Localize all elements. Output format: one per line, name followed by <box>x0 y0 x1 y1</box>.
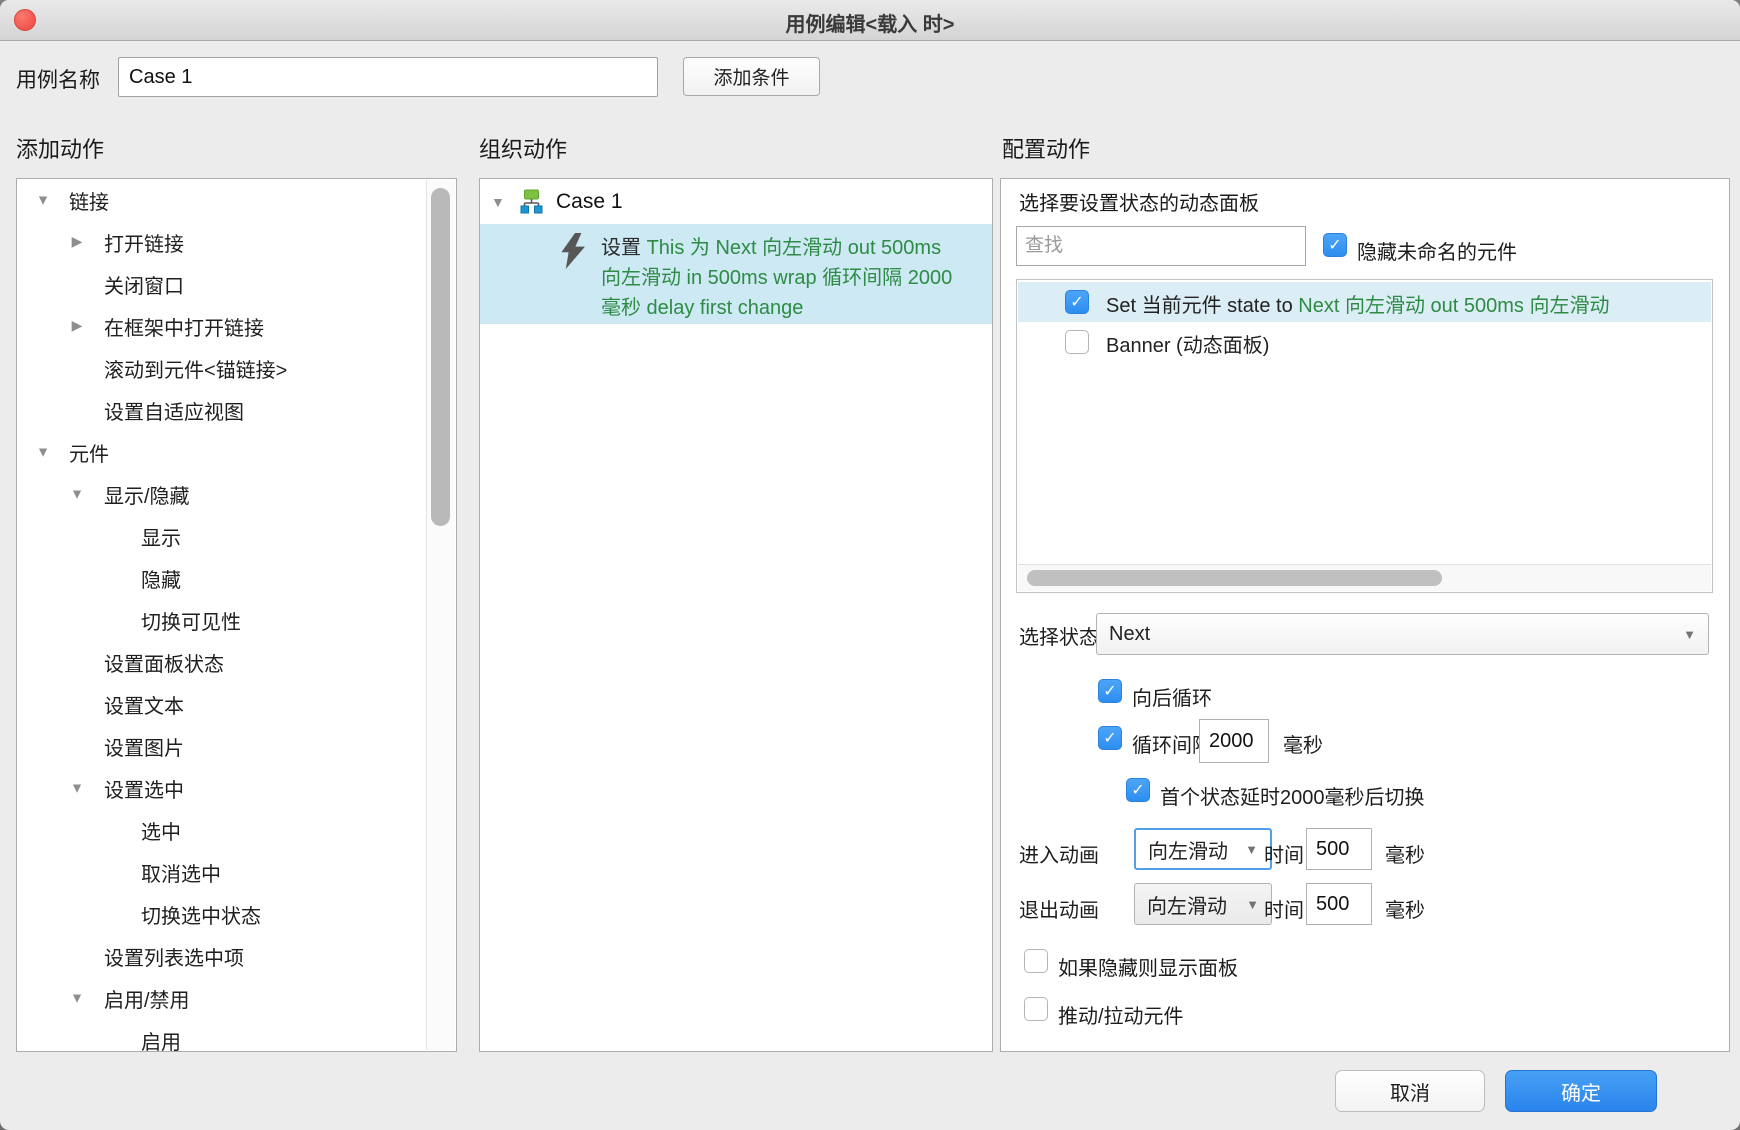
case-tree-row[interactable]: ▼ Case 1 <box>480 179 992 224</box>
current-widget-checkbox[interactable] <box>1065 290 1089 314</box>
list-item-banner[interactable]: Banner (动态面板) <box>1018 322 1711 362</box>
chevron-down-icon: ▼ <box>1683 627 1696 642</box>
list-item-current-widget[interactable]: Set 当前元件 state to Next 向左滑动 out 500ms 向左… <box>1018 282 1711 322</box>
organize-action-header: 组织动作 <box>479 132 567 164</box>
tree-item-show[interactable]: 显示 <box>17 515 427 557</box>
enter-time-input[interactable] <box>1306 828 1372 870</box>
tree-item-deselect[interactable]: 取消选中 <box>17 851 427 893</box>
chevron-down-icon: ▼ <box>1245 842 1258 857</box>
tree-item-enable[interactable]: 启用 <box>17 1019 427 1051</box>
case-name-label: 用例名称 <box>16 64 100 94</box>
ms-label: 毫秒 <box>1385 839 1425 868</box>
expand-arrow-icon[interactable]: ▶ <box>65 317 89 334</box>
tree-item-widget[interactable]: ▼元件 <box>17 431 427 473</box>
tree-item-scroll-to-widget[interactable]: 滚动到元件<锚链接> <box>17 347 427 389</box>
loop-back-checkbox[interactable] <box>1098 679 1122 703</box>
case-editor-dialog: 用例编辑<载入 时> 用例名称 添加条件 添加动作 组织动作 配置动作 ▼链接 … <box>0 0 1740 1130</box>
tree-item-set-text[interactable]: 设置文本 <box>17 683 427 725</box>
tree-item-toggle-visibility[interactable]: 切换可见性 <box>17 599 427 641</box>
first-state-delay-checkbox[interactable] <box>1126 778 1150 802</box>
show-if-hidden-checkbox[interactable] <box>1024 949 1048 973</box>
collapse-arrow-icon[interactable]: ▼ <box>31 191 55 207</box>
vertical-scrollbar[interactable] <box>426 180 455 1050</box>
tree-item-close-window[interactable]: 关闭窗口 <box>17 263 427 305</box>
select-state-label: 选择状态 <box>1019 621 1099 650</box>
loop-interval-input[interactable] <box>1199 719 1269 763</box>
tree-item-show-hide[interactable]: ▼显示/隐藏 <box>17 473 427 515</box>
cancel-button[interactable]: 取消 <box>1335 1070 1485 1112</box>
dynamic-panel-list: Set 当前元件 state to Next 向左滑动 out 500ms 向左… <box>1016 279 1713 593</box>
selected-action-row[interactable]: 设置 This 为 Next 向左滑动 out 500ms 向左滑动 in 50… <box>480 224 992 324</box>
enter-time-label: 时间 <box>1264 839 1304 868</box>
collapse-arrow-icon[interactable]: ▼ <box>65 989 89 1005</box>
scrollbar-thumb[interactable] <box>1027 570 1442 586</box>
tree-item-set-selected[interactable]: ▼设置选中 <box>17 767 427 809</box>
add-condition-button[interactable]: 添加条件 <box>683 57 820 96</box>
add-action-header: 添加动作 <box>16 132 104 164</box>
tree-item-select[interactable]: 选中 <box>17 809 427 851</box>
ok-button[interactable]: 确定 <box>1505 1070 1657 1112</box>
window-title: 用例编辑<载入 时> <box>0 8 1740 37</box>
tree-item-set-image[interactable]: 设置图片 <box>17 725 427 767</box>
action-description: 设置 This 为 Next 向左滑动 out 500ms 向左滑动 in 50… <box>601 233 981 323</box>
expand-arrow-icon[interactable]: ▶ <box>65 233 89 250</box>
tree-item-link[interactable]: ▼链接 <box>17 179 427 221</box>
ms-label: 毫秒 <box>1385 894 1425 923</box>
exit-time-input[interactable] <box>1306 883 1372 925</box>
tree-item-open-link[interactable]: ▶打开链接 <box>17 221 427 263</box>
collapse-arrow-icon[interactable]: ▼ <box>31 443 55 459</box>
case-sitemap-icon <box>518 189 545 219</box>
search-input[interactable] <box>1016 226 1306 266</box>
add-action-panel: ▼链接 ▶打开链接 关闭窗口 ▶在框架中打开链接 滚动到元件<锚链接> 设置自适… <box>16 178 457 1052</box>
enter-anim-label: 进入动画 <box>1019 839 1099 868</box>
tree-item-set-panel-state[interactable]: 设置面板状态 <box>17 641 427 683</box>
exit-time-label: 时间 <box>1264 894 1304 923</box>
banner-checkbox[interactable] <box>1065 330 1089 354</box>
horizontal-scrollbar[interactable] <box>1018 564 1711 591</box>
case-name-input[interactable] <box>118 57 658 97</box>
push-pull-label: 推动/拉动元件 <box>1058 1000 1184 1029</box>
tree-item-set-list-selection[interactable]: 设置列表选中项 <box>17 935 427 977</box>
hide-unnamed-label: 隐藏未命名的元件 <box>1357 236 1517 265</box>
lightning-bolt-icon <box>559 233 587 274</box>
enter-anim-select[interactable]: 向左滑动 ▼ <box>1134 828 1272 870</box>
tree-item-enable-disable[interactable]: ▼启用/禁用 <box>17 977 427 1019</box>
collapse-arrow-icon[interactable]: ▼ <box>491 194 505 210</box>
tree-item-hide[interactable]: 隐藏 <box>17 557 427 599</box>
organize-action-panel: ▼ Case 1 设置 This 为 Next 向左滑动 out 500ms 向… <box>479 178 993 1052</box>
action-tree: ▼链接 ▶打开链接 关闭窗口 ▶在框架中打开链接 滚动到元件<锚链接> 设置自适… <box>17 179 427 1051</box>
push-pull-checkbox[interactable] <box>1024 997 1048 1021</box>
tree-item-toggle-selected[interactable]: 切换选中状态 <box>17 893 427 935</box>
case-label: Case 1 <box>556 190 623 214</box>
tree-item-set-adaptive-view[interactable]: 设置自适应视图 <box>17 389 427 431</box>
show-if-hidden-label: 如果隐藏则显示面板 <box>1058 952 1238 981</box>
title-bar: 用例编辑<载入 时> <box>0 0 1740 41</box>
chevron-down-icon: ▼ <box>1246 897 1259 912</box>
loop-back-label: 向后循环 <box>1132 682 1212 711</box>
collapse-arrow-icon[interactable]: ▼ <box>65 779 89 795</box>
state-select[interactable]: Next ▼ <box>1096 613 1709 655</box>
exit-anim-label: 退出动画 <box>1019 894 1099 923</box>
configure-action-header: 配置动作 <box>1002 132 1090 164</box>
select-panel-heading: 选择要设置状态的动态面板 <box>1019 187 1259 216</box>
loop-interval-checkbox[interactable] <box>1098 726 1122 750</box>
configure-action-panel: 选择要设置状态的动态面板 隐藏未命名的元件 Set 当前元件 state to … <box>1000 178 1730 1052</box>
hide-unnamed-checkbox[interactable] <box>1323 233 1347 257</box>
tree-item-open-in-frame[interactable]: ▶在框架中打开链接 <box>17 305 427 347</box>
scrollbar-thumb[interactable] <box>431 188 450 526</box>
first-state-delay-label: 首个状态延时2000毫秒后切换 <box>1160 781 1425 810</box>
ms-label: 毫秒 <box>1283 729 1323 758</box>
collapse-arrow-icon[interactable]: ▼ <box>65 485 89 501</box>
exit-anim-select[interactable]: 向左滑动 ▼ <box>1134 883 1272 925</box>
